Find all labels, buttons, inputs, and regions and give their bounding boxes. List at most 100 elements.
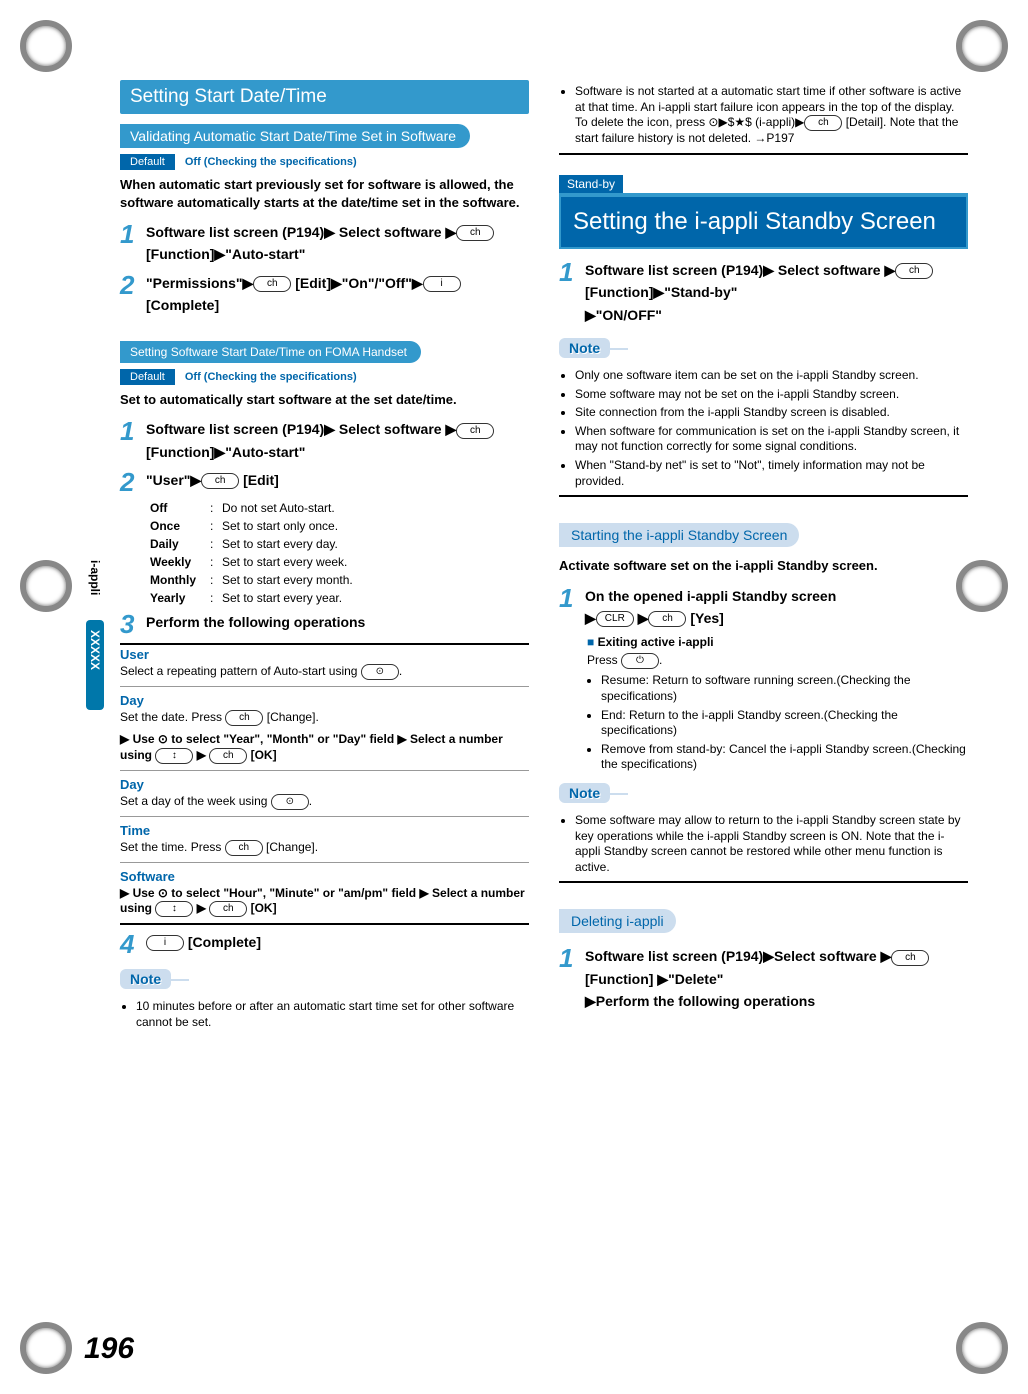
step-2: 2 "Permissions"▶ch [Edit]▶"On"/"Off"▶i [… <box>120 272 529 317</box>
step-4: 4 i [Complete] <box>120 931 529 957</box>
text: Software list screen (P194) <box>585 262 763 278</box>
step-1: 1 Software list screen (P194)▶ Select so… <box>120 418 529 463</box>
text: "Auto-start" <box>225 246 305 262</box>
opt-name: Monthly <box>150 573 210 587</box>
side-tab-xxxxx: XXXXX <box>88 630 102 670</box>
divider <box>120 923 529 925</box>
opt-name: Once <box>150 519 210 533</box>
text: Select software <box>335 224 446 240</box>
note-item: Some software may not be set on the i-ap… <box>575 387 968 403</box>
field-label: Day <box>120 693 529 708</box>
opt-name: Off <box>150 501 210 515</box>
text: "Delete" <box>668 971 723 987</box>
key-icon: ch <box>253 276 291 292</box>
opt-desc: Set to start every month. <box>222 573 529 587</box>
note-list: Software is not started at a automatic s… <box>559 84 968 147</box>
option-row: Off:Do not set Auto-start. <box>150 501 529 515</box>
sub-heading: Validating Automatic Start Date/Time Set… <box>120 124 470 148</box>
option-row: Once:Set to start only once. <box>150 519 529 533</box>
dpad-icon: ⊙ <box>361 664 399 680</box>
side-tab-label: i-appli <box>88 560 102 595</box>
opt-desc: Set to start every day. <box>222 537 529 551</box>
field-desc: Set the time. Press ch [Change]. <box>120 840 529 856</box>
major-heading: Setting the i-appli Standby Screen <box>559 193 968 249</box>
key-icon: ch <box>804 115 842 131</box>
key-icon: i <box>423 276 461 292</box>
note-item: Some software may allow to return to the… <box>575 813 968 875</box>
list-item: End: Return to the i-appli Standby scree… <box>601 708 968 739</box>
sub-heading: Deleting i-appli <box>559 909 676 933</box>
note-item: Only one software item can be set on the… <box>575 368 968 384</box>
field-usage: ▶ Use ⊙ to select "Hour", "Minute" or "a… <box>120 886 529 918</box>
text: Perform the following operations <box>596 993 815 1009</box>
note-item: When software for communication is set o… <box>575 424 968 455</box>
field-label: Software <box>120 869 529 884</box>
step-number: 1 <box>559 585 585 611</box>
key-icon: ch <box>209 901 247 917</box>
default-row: Default Off (Checking the specifications… <box>120 154 529 170</box>
text: Select software <box>774 948 881 964</box>
note-list: Some software may allow to return to the… <box>559 813 968 875</box>
step-text: Perform the following operations <box>146 611 529 633</box>
option-row: Weekly:Set to start every week. <box>150 555 529 569</box>
text: "User" <box>146 472 190 488</box>
note-label: Note <box>559 783 610 803</box>
field-desc: Set the date. Press ch [Change]. <box>120 710 529 726</box>
text: Set the date. Press <box>120 710 225 724</box>
default-label: Default <box>120 154 175 170</box>
text: "Permissions" <box>146 275 243 291</box>
step-number: 2 <box>120 469 146 495</box>
key-icon: CLR <box>596 611 634 627</box>
key-icon: ch <box>895 263 933 279</box>
manual-page: i-appli XXXXX Setting Start Date/Time Va… <box>0 0 1028 1394</box>
key-icon: ch <box>648 611 686 627</box>
note-label: Note <box>559 338 610 358</box>
text: "On"/"Off" <box>342 275 412 291</box>
right-column: Software is not started at a automatic s… <box>559 80 968 1034</box>
step-number: 1 <box>559 259 585 285</box>
step-2: 2 "User"▶ch [Edit] <box>120 469 529 495</box>
binder-ring <box>956 1322 1008 1374</box>
text: Exiting active i-appli <box>598 635 714 649</box>
step-text: Software list screen (P194)▶ Select soft… <box>146 221 529 266</box>
updown-icon: ↕ <box>155 748 193 764</box>
default-value: Off (Checking the specifications) <box>175 369 367 385</box>
key-icon: ch <box>456 225 494 241</box>
key-icon: ch <box>209 748 247 764</box>
text: [Edit] <box>239 472 279 488</box>
note-list: 10 minutes before or after an automatic … <box>120 999 529 1030</box>
sub-section: ■ Exiting active i-appli Press ⏻. Resume… <box>587 635 968 773</box>
sub-heading: Setting Software Start Date/Time on FOMA… <box>120 341 421 363</box>
text: [OK] <box>247 748 276 762</box>
field-desc: Set a day of the week using ⊙. <box>120 794 529 810</box>
binder-ring <box>956 560 1008 612</box>
step-number: 1 <box>559 945 585 971</box>
text: Press ⏻. <box>587 653 968 669</box>
text: [Complete] <box>184 934 261 950</box>
section-heading: Setting Start Date/Time <box>120 80 529 114</box>
text: Software list screen (P194) <box>146 224 324 240</box>
step-number: 1 <box>120 221 146 247</box>
key-icon: ch <box>456 423 494 439</box>
default-label: Default <box>120 369 175 385</box>
text: On the opened i-appli Standby screen <box>585 588 836 604</box>
list-item: Remove from stand-by: Cancel the i-appli… <box>601 742 968 773</box>
opt-name: Weekly <box>150 555 210 569</box>
dpad-icon: ⊙ <box>271 794 309 810</box>
key-icon: ch <box>225 840 263 856</box>
divider <box>120 686 529 687</box>
step-3: 3 Perform the following operations <box>120 611 529 637</box>
option-row: Yearly:Set to start every year. <box>150 591 529 605</box>
key-icon: i <box>146 935 184 951</box>
power-key-icon: ⏻ <box>621 653 659 669</box>
text: [Change]. <box>263 840 318 854</box>
divider <box>120 862 529 863</box>
step-text: "Permissions"▶ch [Edit]▶"On"/"Off"▶i [Co… <box>146 272 529 317</box>
field-desc: Select a repeating pattern of Auto-start… <box>120 664 529 680</box>
intro-text: Activate software set on the i-appli Sta… <box>559 557 968 575</box>
text: [Function] <box>585 284 653 300</box>
opt-desc: Set to start every week. <box>222 555 529 569</box>
opt-desc: Set to start only once. <box>222 519 529 533</box>
step-number: 2 <box>120 272 146 298</box>
step-number: 1 <box>120 418 146 444</box>
